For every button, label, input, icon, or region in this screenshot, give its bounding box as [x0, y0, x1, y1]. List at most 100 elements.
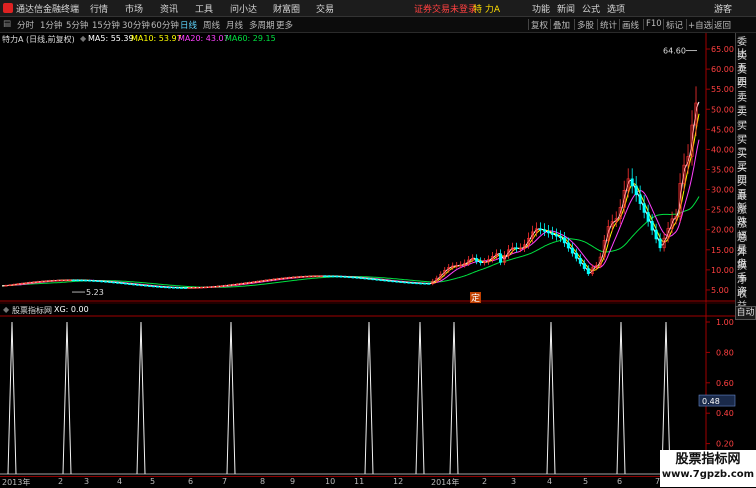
user-label[interactable]: 游客 — [714, 2, 732, 15]
candle-body — [116, 282, 120, 284]
tf-5min[interactable]: 5分钟 — [66, 19, 88, 31]
candle-body — [175, 287, 179, 289]
candle-body — [411, 282, 415, 284]
candle-body — [279, 277, 283, 280]
candle-body — [419, 282, 423, 285]
menu-item-trade[interactable]: 交易 — [316, 2, 334, 15]
candle-body — [20, 283, 24, 285]
date-label-4: 5 — [150, 477, 156, 486]
candle-body — [542, 229, 546, 232]
date-label-7: 8 — [260, 477, 266, 486]
candle-body — [610, 221, 614, 227]
candle-body — [626, 178, 630, 191]
btn-adjust[interactable]: 复权 — [531, 19, 548, 31]
btn-multi-stock[interactable]: 多股 — [577, 19, 594, 31]
candle-body — [195, 287, 199, 289]
candle-body — [76, 279, 80, 282]
candle-body — [251, 281, 255, 283]
y-tick-label: 50.00 — [711, 105, 734, 114]
menu-item-wealth[interactable]: 财富圈 — [273, 2, 300, 15]
candle-body — [303, 276, 307, 278]
candle-body — [519, 248, 523, 250]
btn-stats[interactable]: 统计 — [600, 19, 617, 31]
tf-60min[interactable]: 60分钟 — [151, 19, 179, 31]
menu-item-news-right[interactable]: 新闻 — [557, 2, 575, 15]
candle-body — [650, 220, 654, 231]
menu-item-assistant[interactable]: 问小达 — [230, 2, 257, 15]
candle-body — [646, 212, 650, 222]
candle-body — [455, 265, 459, 267]
indicator-value: XG: 0.00 — [54, 305, 89, 314]
tf-monthly[interactable]: 月线 — [226, 19, 243, 31]
candle-body — [670, 218, 674, 229]
candle-body — [511, 247, 515, 251]
y-tick-label: 25.00 — [711, 206, 734, 215]
candle-body — [594, 265, 598, 269]
menu-item-exchange[interactable]: 市场 — [125, 2, 143, 15]
candle-body — [530, 231, 534, 239]
signal-spike — [62, 321, 72, 475]
menu-item-options[interactable]: 选项 — [607, 2, 625, 15]
candle-body — [495, 253, 499, 257]
candle-body — [662, 237, 666, 249]
candle-body — [491, 256, 495, 260]
indicator-menu-icon[interactable]: ◆ — [3, 305, 9, 314]
login-notice[interactable]: 证券交易未登录 — [414, 2, 477, 15]
btn-f10[interactable]: F10 — [646, 19, 662, 29]
ma10-label: MA10: 53.97 — [131, 34, 182, 43]
candle-body — [407, 282, 411, 284]
candle-body — [606, 226, 610, 241]
candle-body — [283, 277, 287, 279]
candle-body — [451, 265, 455, 268]
menu-item-formula[interactable]: 公式 — [582, 2, 600, 15]
tf-multi[interactable]: 多周期 — [249, 19, 275, 31]
candle-body — [582, 263, 586, 269]
auto-scale-button[interactable]: 自动 — [735, 306, 756, 320]
menu-item-news[interactable]: 资讯 — [160, 2, 178, 15]
indicator-name[interactable]: 股票指标网 — [12, 305, 52, 316]
candle-body — [618, 207, 622, 220]
menu-item-tools[interactable]: 工具 — [195, 2, 213, 15]
tf-list-icon[interactable]: ▤ — [3, 19, 11, 29]
tf-30min[interactable]: 30分钟 — [122, 19, 150, 31]
candle-body — [538, 228, 542, 231]
candle-body — [467, 259, 471, 264]
tf-more[interactable]: 更多 — [276, 19, 293, 31]
btn-overlay[interactable]: 叠加 — [553, 19, 570, 31]
candle-body — [291, 276, 295, 279]
btn-add-watchlist[interactable]: +自选 — [688, 19, 712, 31]
ma5-label: MA5: 55.39 — [88, 34, 134, 43]
tf-weekly[interactable]: 周线 — [203, 19, 220, 31]
tf-intraday[interactable]: 分时 — [17, 19, 34, 31]
tf-1min[interactable]: 1分钟 — [40, 19, 62, 31]
price-chart[interactable]: 64.605.23定 65.0060.0055.0050.0045.0040.0… — [0, 0, 756, 487]
date-label-16: 5 — [583, 477, 589, 486]
y-tick-label: 55.00 — [711, 85, 734, 94]
btn-back[interactable]: 返回 — [714, 19, 731, 31]
candle-body — [483, 261, 487, 264]
candle-body — [8, 284, 12, 286]
menu-item-market[interactable]: 行情 — [90, 2, 108, 15]
ind-current-value: 0.48 — [702, 397, 720, 406]
candle-body — [379, 279, 383, 281]
candle-body — [80, 279, 84, 282]
candle-body — [566, 242, 570, 249]
ma20-label: MA20: 43.07 — [178, 34, 229, 43]
menu-item-function[interactable]: 功能 — [532, 2, 550, 15]
btn-draw[interactable]: 画线 — [622, 19, 639, 31]
candle-body — [211, 286, 215, 288]
candle-body — [586, 268, 590, 275]
ma-menu-icon[interactable]: ◆ — [80, 34, 86, 43]
ind-y-tick-label: 0.40 — [716, 409, 734, 418]
candle-body — [84, 279, 88, 282]
candle-body — [323, 275, 327, 278]
quote-side-panel: 委比 卖五 卖四 卖三 卖二 卖一 买一 买二 买三 买四 买五 最新 涨跌 涨幅 总量 外盘 换手 净资 收益 — [735, 33, 756, 309]
tf-daily[interactable]: 日线 — [180, 19, 197, 31]
btn-mark[interactable]: 标记 — [666, 19, 683, 31]
candle-body — [319, 275, 323, 278]
signal-spike — [415, 321, 425, 475]
tf-15min[interactable]: 15分钟 — [92, 19, 120, 31]
candle-body — [327, 275, 331, 278]
date-label-14: 3 — [511, 477, 517, 486]
candle-body — [56, 279, 60, 282]
